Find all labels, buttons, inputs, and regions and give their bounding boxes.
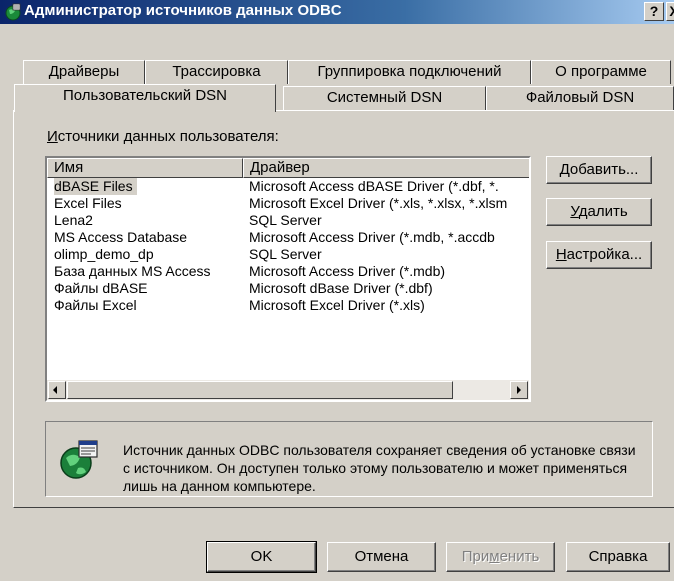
- dsn-driver: SQL Server: [249, 212, 322, 228]
- list-item[interactable]: Файлы dBASE Microsoft dBase Driver (*.db…: [47, 280, 529, 297]
- apply-button-suffix: енить: [499, 548, 540, 565]
- ok-button[interactable]: OK: [206, 541, 317, 573]
- dsn-name: Файлы Excel: [54, 297, 137, 313]
- scroll-thumb[interactable]: [67, 381, 453, 399]
- list-item[interactable]: olimp_demo_dp SQL Server: [47, 246, 529, 263]
- list-item[interactable]: MS Access Database Microsoft Access Driv…: [47, 229, 529, 246]
- list-rows: dBASE Files Microsoft Access dBASE Drive…: [47, 178, 529, 314]
- dsn-driver: Microsoft Access dBASE Driver (*.dbf, *.: [249, 178, 499, 194]
- dsn-name: Excel Files: [54, 195, 122, 211]
- remove-button[interactable]: Удалить: [546, 198, 652, 226]
- column-header-name[interactable]: Имя: [47, 158, 243, 178]
- tab-user-dsn[interactable]: Пользовательский DSN: [14, 84, 276, 112]
- list-item[interactable]: dBASE Files Microsoft Access dBASE Drive…: [47, 178, 529, 195]
- help-title-button[interactable]: ?: [644, 2, 664, 21]
- list-item[interactable]: Lena2 SQL Server: [47, 212, 529, 229]
- apply-button-prefix: При: [461, 548, 490, 565]
- odbc-globe-icon: [5, 3, 21, 21]
- remove-button-mnemonic: У: [570, 203, 579, 220]
- dsn-driver: Microsoft dBase Driver (*.dbf): [249, 280, 433, 296]
- dsn-name: olimp_demo_dp: [54, 246, 154, 262]
- dsn-name: dBASE Files: [54, 178, 137, 195]
- info-description: Источник данных ODBC пользователя сохран…: [123, 442, 636, 494]
- configure-button-mnemonic: Н: [555, 246, 567, 263]
- remove-button-label: далить: [578, 203, 628, 220]
- tab-drivers[interactable]: Драйверы: [23, 60, 145, 84]
- tab-tracing[interactable]: Трассировка: [145, 60, 288, 84]
- horizontal-scrollbar[interactable]: [47, 380, 529, 400]
- apply-button[interactable]: Применить: [446, 542, 555, 572]
- dsn-name: Lena2: [54, 212, 93, 228]
- list-item[interactable]: Файлы Excel Microsoft Excel Driver (*.xl…: [47, 297, 529, 314]
- dsn-name: База данных MS Access: [54, 263, 211, 279]
- add-button[interactable]: Добавить...: [546, 156, 652, 184]
- column-header-driver[interactable]: Драйвер: [243, 158, 529, 178]
- add-button-mnemonic: Д: [559, 161, 570, 178]
- tab-system-dsn[interactable]: Системный DSN: [283, 86, 486, 110]
- scroll-right-button[interactable]: [510, 381, 528, 399]
- user-data-sources-label: Источники данных пользователя:: [47, 128, 279, 145]
- list-item[interactable]: Excel Files Microsoft Excel Driver (*.xl…: [47, 195, 529, 212]
- scroll-left-button[interactable]: [48, 381, 66, 399]
- tab-file-dsn[interactable]: Файловый DSN: [486, 86, 674, 110]
- cancel-button[interactable]: Отмена: [327, 542, 436, 572]
- tab-connection-pooling[interactable]: Группировка подключений: [288, 60, 531, 84]
- dsn-name: Файлы dBASE: [54, 280, 148, 296]
- dsn-driver: SQL Server: [249, 246, 322, 262]
- close-title-button[interactable]: X: [666, 2, 674, 21]
- user-data-sources-label-mnemonic: И: [47, 128, 58, 145]
- dsn-name: MS Access Database: [54, 229, 188, 245]
- user-dsn-list[interactable]: Имя Драйвер dBASE Files Microsoft Access…: [45, 156, 531, 402]
- odbc-admin-window: Администратор источников данных ODBC ? X…: [0, 0, 674, 581]
- add-button-label: обавить...: [569, 161, 639, 178]
- info-box: Источник данных ODBC пользователя сохран…: [45, 421, 653, 497]
- help-button[interactable]: Справка: [566, 542, 670, 572]
- list-header: Имя Драйвер: [47, 158, 529, 178]
- window-title: Администратор источников данных ODBC: [24, 2, 342, 19]
- title-bar[interactable]: Администратор источников данных ODBC ? X: [0, 0, 674, 24]
- dsn-driver: Microsoft Excel Driver (*.xls, *.xlsx, *…: [249, 195, 508, 211]
- tab-about[interactable]: О программе: [531, 60, 671, 84]
- dsn-driver: Microsoft Access Driver (*.mdb): [249, 263, 446, 279]
- dsn-driver: Microsoft Excel Driver (*.xls): [249, 297, 425, 313]
- user-data-sources-label-text: сточники данных пользователя:: [57, 128, 279, 145]
- odbc-data-source-icon: [60, 440, 98, 479]
- arrow-right-icon: [517, 386, 521, 394]
- apply-button-mnemonic: м: [489, 548, 500, 565]
- dsn-driver: Microsoft Access Driver (*.mdb, *.accdb: [249, 229, 495, 245]
- arrow-left-icon: [53, 386, 57, 394]
- configure-button[interactable]: Настройка...: [546, 241, 652, 269]
- list-item[interactable]: База данных MS Access Microsoft Access D…: [47, 263, 529, 280]
- configure-button-label: астройка...: [566, 246, 643, 263]
